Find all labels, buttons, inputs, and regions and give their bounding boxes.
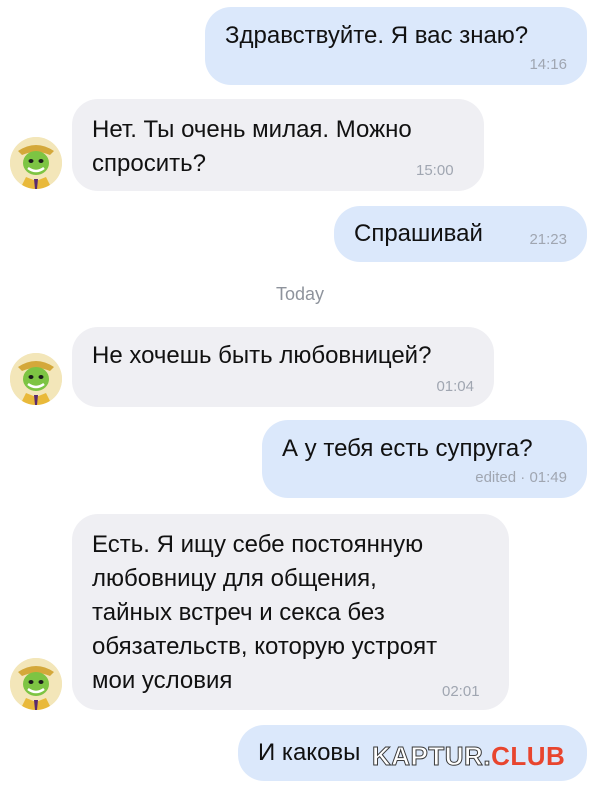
day-separator: Today	[275, 284, 325, 304]
message-bubble-incoming[interactable]: Не хочешь быть любовницей? 01:04	[72, 327, 494, 407]
message-timestamp: 14:16	[529, 56, 567, 73]
green-mask-icon	[10, 658, 62, 710]
message-timestamp: 21:23	[529, 231, 567, 248]
watermark-text: KAPTUR.	[371, 741, 492, 772]
message-text: Не хочешь быть любовницей?	[92, 342, 432, 369]
message-timestamp: 02:01	[442, 683, 480, 700]
message-text: Здравствуйте. Я вас знаю?	[225, 22, 529, 49]
watermark-accent-text: CLUB	[491, 741, 566, 771]
watermark-logo: KAPTUR.CLUB	[371, 741, 566, 772]
message-text: А у тебя есть супруга?	[282, 435, 533, 462]
green-mask-icon	[10, 353, 62, 405]
message-timestamp: 01:04	[436, 378, 474, 395]
message-bubble-incoming[interactable]: Есть. Я ищу себе постоянную любовницу дл…	[72, 514, 509, 710]
message-text: Нет. Ты очень милая. Можно спросить?	[92, 116, 412, 177]
message-text: Есть. Я ищу себе постоянную любовницу дл…	[92, 531, 438, 694]
message-timestamp: 15:00	[416, 162, 454, 179]
message-bubble-outgoing[interactable]: Здравствуйте. Я вас знаю? 14:16	[205, 7, 587, 85]
green-mask-icon	[10, 137, 62, 189]
contact-avatar[interactable]	[10, 353, 62, 405]
message-bubble-outgoing[interactable]: А у тебя есть супруга? edited · 01:49	[262, 420, 587, 498]
message-bubble-incoming[interactable]: Нет. Ты очень милая. Можно спросить? 15:…	[72, 99, 484, 191]
contact-avatar[interactable]	[10, 658, 62, 710]
message-bubble-outgoing[interactable]: Спрашивай 21:23	[334, 206, 587, 262]
message-timestamp: edited · 01:49	[475, 469, 567, 486]
contact-avatar[interactable]	[10, 137, 62, 189]
